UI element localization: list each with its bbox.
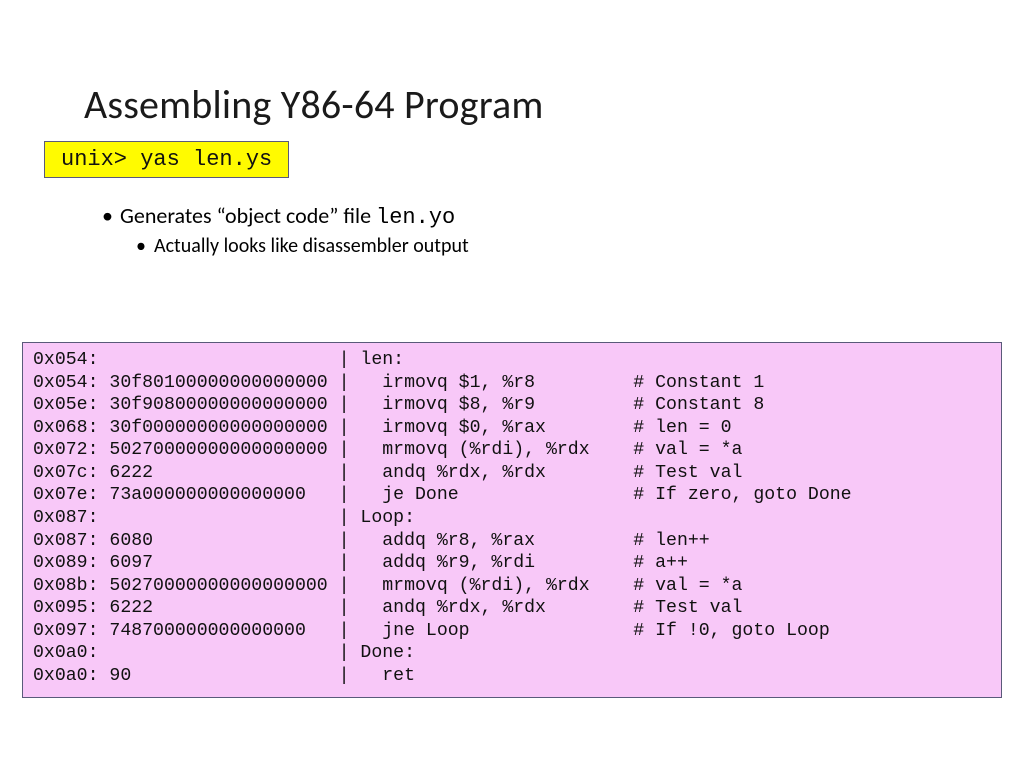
code-line: 0x089: 6097 | addq %r9, %rdi # a++ (33, 553, 688, 573)
code-line: 0x0a0: 90 | ret (33, 666, 415, 686)
bullet-item-2: Actually looks like disassembler output (136, 234, 954, 258)
bullet-1-text: Generates “object code” file (120, 202, 376, 229)
code-line: 0x097: 748700000000000000 | jne Loop # I… (33, 621, 830, 641)
code-line: 0x087: | Loop: (33, 508, 415, 528)
code-line: 0x054: 30f80100000000000000 | irmovq $1,… (33, 373, 764, 393)
bullet-item-1: Generates “object code” file len.yo (102, 202, 954, 230)
page-title: Assembling Y86-64 Program (84, 80, 954, 129)
code-line: 0x0a0: | Done: (33, 643, 415, 663)
bullet-2-text: Actually looks like disassembler output (154, 234, 469, 258)
disassembly-box: 0x054: | len: 0x054: 30f8010000000000000… (22, 342, 1002, 698)
bullet-list: Generates “object code” file len.yo Actu… (102, 202, 954, 258)
code-line: 0x07e: 73a000000000000000 | je Done # If… (33, 485, 852, 505)
code-line: 0x095: 6222 | andq %rdx, %rdx # Test val (33, 598, 742, 618)
code-line: 0x054: | len: (33, 350, 404, 370)
command-text: unix> yas len.ys (61, 147, 272, 172)
slide-body: Assembling Y86-64 Program unix> yas len.… (0, 0, 1024, 258)
command-box: unix> yas len.ys (44, 141, 289, 178)
bullet-1-code: len.yo (376, 205, 455, 230)
code-line: 0x05e: 30f90800000000000000 | irmovq $8,… (33, 395, 764, 415)
code-line: 0x087: 6080 | addq %r8, %rax # len++ (33, 531, 710, 551)
code-line: 0x068: 30f00000000000000000 | irmovq $0,… (33, 418, 732, 438)
code-line: 0x072: 50270000000000000000 | mrmovq (%r… (33, 440, 742, 460)
code-line: 0x08b: 50270000000000000000 | mrmovq (%r… (33, 576, 742, 596)
code-line: 0x07c: 6222 | andq %rdx, %rdx # Test val (33, 463, 742, 483)
